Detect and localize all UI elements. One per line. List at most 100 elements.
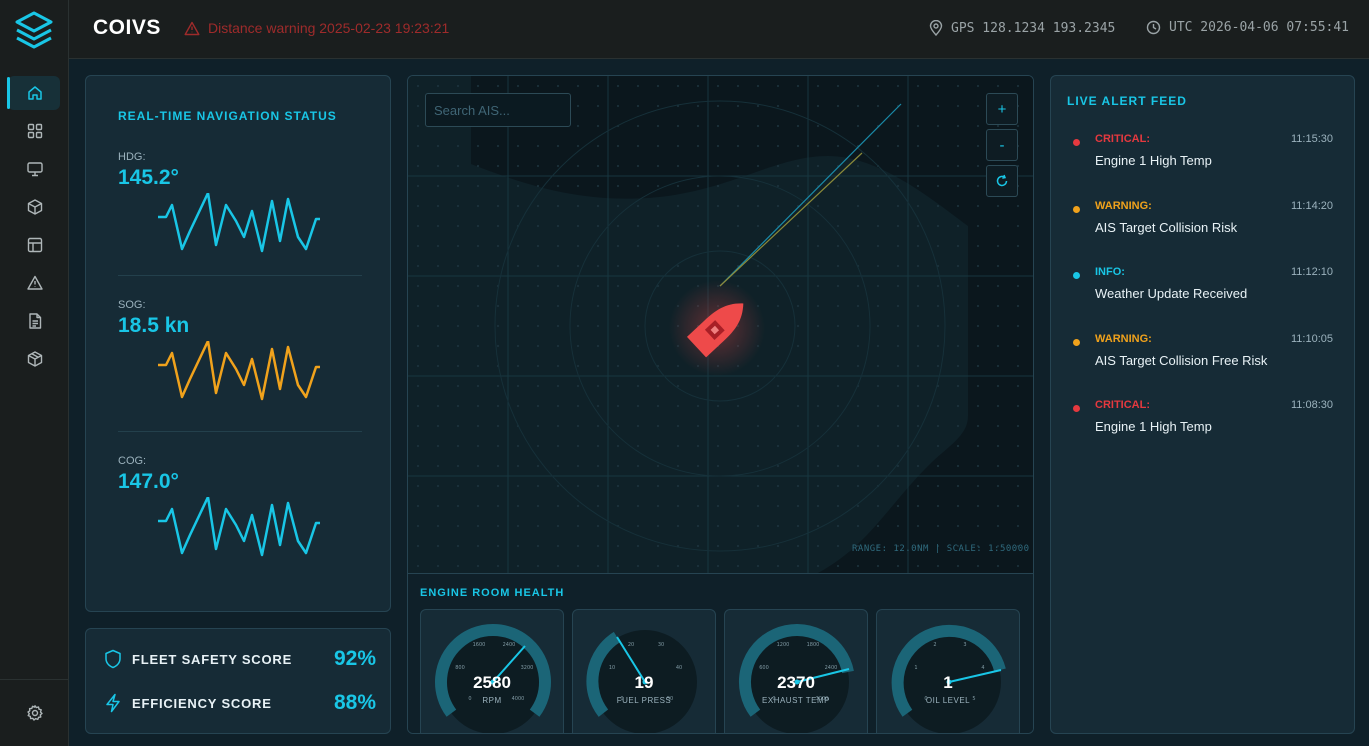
gauge-tick: 3200 [521,665,534,671]
sidebar-item-documents[interactable] [0,302,69,340]
severity-dot [1073,272,1080,279]
utc-clock: UTC 2026-04-06 07:55:41 [1146,20,1349,35]
metric-value: 147.0° [118,470,179,493]
speed-sparkline [158,341,320,401]
ais-search-input[interactable] [425,93,571,127]
gauge-tick: 1800 [807,642,820,648]
distance-warning[interactable]: Distance warning 2025-02-23 19:23:21 [184,20,449,36]
sidebar-item-cube[interactable] [0,188,69,226]
gauge-value: 19 [634,673,654,692]
engine-room-health: ENGINE ROOM HEALTH 0 800 1600 2400 3200 … [408,573,1033,733]
package-icon [27,351,42,367]
course-sparkline [158,497,320,557]
severity-dot [1073,206,1080,213]
heading-sparkline [158,193,320,253]
alert-time: 11:10:05 [1290,333,1333,345]
live-alert-feed: LIVE ALERT FEED CRITICAL: 11:15:30 Engin… [1050,75,1355,734]
alert-triangle-icon [26,275,43,290]
layout-icon [27,237,42,253]
radar-map-panel: + - RANGE: 12.0NM | SCALE: 1:50000 ENGIN… [407,75,1034,734]
gauge-tick: 40 [676,665,682,671]
alert-message: AIS Target Collision Free Risk [1095,353,1268,368]
alert-message: AIS Target Collision Risk [1095,220,1238,235]
gauge-tick: 600 [759,665,769,671]
monitor-icon [26,162,43,177]
severity-dot [1073,139,1080,146]
sidebar-nav [0,74,69,378]
reset-view-button[interactable] [986,165,1018,197]
metric-speed: SOG: 18.5 kn [118,299,362,419]
fuel-pressure-gauge: 0 10 20 30 40 50 19 FUEL PRESS [572,609,716,733]
score-value: 88% [333,691,376,714]
gauge-tick: 30 [658,642,664,648]
metric-label: COG: [118,455,147,467]
rpm-gauge: 0 800 1600 2400 3200 4000 2580 RPM [420,609,564,733]
alert-severity: INFO: [1095,266,1125,278]
gauge-tick: 1200 [777,642,790,648]
grid-icon [27,123,42,139]
distance-warning-text: Distance warning 2025-02-23 19:23:21 [208,20,450,36]
zoom-out-button[interactable]: - [986,129,1018,161]
gauge-label: EXHAUST TEMP [762,696,830,705]
sidebar-item-alerts[interactable] [0,264,69,302]
layers-logo-icon[interactable] [14,10,54,52]
alert-severity: WARNING: [1095,200,1152,212]
alert-message: Engine 1 High Temp [1095,419,1212,434]
score-value: 92% [333,647,376,670]
gauge-tick: 1600 [473,642,486,648]
oil-level-gauge: 0 1 2 3 4 5 1 OIL LEVEL [876,609,1020,733]
sidebar-item-package[interactable] [0,340,69,378]
score-label: EFFICIENCY SCORE [132,695,272,711]
scores-panel: FLEET SAFETY SCORE 92% EFFICIENCY SCORE … [85,628,391,734]
fuel-pressure-gauge-dial: 0 10 20 30 40 50 [586,630,697,733]
radar-map[interactable]: + - RANGE: 12.0NM | SCALE: 1:50000 [408,76,1033,573]
metric-divider [118,275,362,276]
gauge-tick: 2 [933,642,936,648]
gauge-label: FUEL PRESS [616,696,672,705]
clock-icon [1146,20,1161,35]
score-label: FLEET SAFETY SCORE [132,651,293,667]
sidebar-item-grid[interactable] [0,112,69,150]
gauge-tick: 4 [981,665,984,671]
lightning-icon [106,693,120,713]
gauge-tick: 2400 [825,665,838,671]
settings-button[interactable] [0,694,69,732]
metric-label: SOG: [118,299,146,311]
app-title: COIVS [93,16,161,39]
gauge-label: RPM [482,696,502,705]
range-scale-readout: RANGE: 12.0NM | SCALE: 1:50000 [852,544,1030,554]
alert-time: 11:08:30 [1290,399,1333,411]
alert-time: 11:15:30 [1290,133,1333,145]
sidebar-item-home[interactable] [0,74,69,112]
top-header: COIVS Distance warning 2025-02-23 19:23:… [69,0,1369,59]
gauge-tick: 1 [914,665,917,671]
alert-time: 11:14:20 [1290,200,1333,212]
shield-icon [105,649,121,669]
exhaust-temp-gauge: 0 600 1200 1800 2400 3000 2370 EXHAUST T… [724,609,868,733]
metric-divider [118,431,362,432]
zoom-in-button[interactable]: + [986,93,1018,125]
location-pin-icon [929,20,943,36]
sidebar [0,0,69,746]
gauge-value: 1 [943,673,953,692]
navigation-status-panel: REAL-TIME NAVIGATION STATUS HDG: 145.2° … [85,75,391,612]
gauge-tick: 20 [628,642,634,648]
gps-text: GPS 128.1234 193.2345 [951,20,1116,36]
alert-severity: WARNING: [1095,333,1152,345]
sidebar-item-monitor[interactable] [0,150,69,188]
alert-time: 11:12:10 [1290,266,1333,278]
gauge-tick: 3 [963,642,966,648]
radar-map-canvas [408,76,1033,573]
gps-readout: GPS 128.1234 193.2345 [929,20,1115,36]
exhaust-temp-gauge-dial: 0 600 1200 1800 2400 3000 [738,623,854,733]
document-icon [28,313,41,329]
alert-message: Engine 1 High Temp [1095,153,1212,168]
metric-value: 18.5 kn [118,314,190,337]
warning-triangle-icon [184,21,200,35]
efficiency-score: EFFICIENCY SCORE 88% [104,689,376,717]
gauge-tick: 800 [455,665,465,671]
engine-room-title: ENGINE ROOM HEALTH [420,587,565,599]
gauge-tick: 10 [609,665,615,671]
gauge-value: 2370 [777,673,815,692]
sidebar-item-layout[interactable] [0,226,69,264]
